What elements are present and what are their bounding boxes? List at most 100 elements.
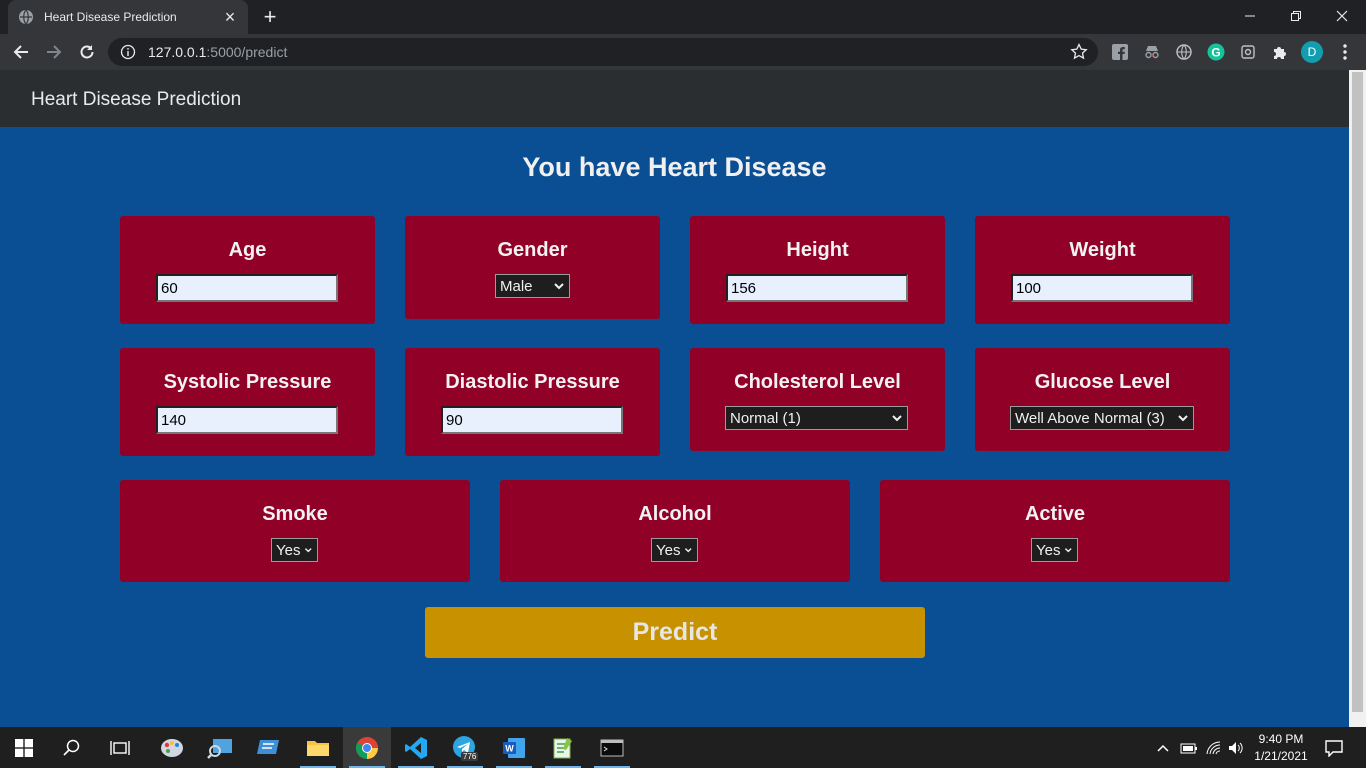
weight-label: Weight (1069, 239, 1136, 261)
predict-button[interactable]: Predict (425, 607, 925, 658)
info-icon[interactable] (120, 44, 136, 60)
terminal-icon (600, 739, 624, 756)
close-window-icon (1336, 10, 1348, 22)
url-text: 127.0.0.1:5000/predict (148, 44, 287, 60)
url-host: 127.0.0.1 (148, 44, 207, 60)
taskbar-search-button[interactable] (48, 727, 96, 768)
browser-tab-strip: Heart Disease Prediction × + (0, 0, 1366, 34)
systolic-card: Systolic Pressure (120, 348, 375, 456)
screenshot-extension-icon[interactable] (1239, 43, 1257, 61)
clock-date: 1/21/2021 (1254, 749, 1308, 763)
forward-arrow-icon (47, 45, 62, 59)
chevron-up-icon (1157, 744, 1169, 752)
taskbar-file-explorer[interactable] (294, 727, 342, 768)
volume-indicator[interactable] (1228, 727, 1246, 768)
taskbar-clock[interactable]: 9:40 PM 1/21/2021 (1249, 731, 1313, 765)
close-window-button[interactable] (1319, 0, 1365, 32)
start-button[interactable] (0, 727, 48, 768)
taskbar-chrome[interactable] (343, 727, 391, 768)
site-navbar: Heart Disease Prediction (0, 70, 1349, 127)
globe-extension-icon[interactable] (1175, 43, 1193, 61)
url-path: :5000/predict (206, 44, 288, 60)
facebook-extension-icon[interactable] (1111, 43, 1129, 61)
weight-card: Weight (975, 216, 1230, 324)
incognito-extension-icon[interactable] (1143, 43, 1161, 61)
taskbar-telegram[interactable]: 776 (441, 727, 489, 768)
windows-logo-icon (15, 738, 33, 757)
gender-select[interactable]: Male (495, 274, 570, 298)
active-card: Active Yes (880, 480, 1230, 582)
navbar-brand[interactable]: Heart Disease Prediction (31, 89, 241, 111)
systolic-input[interactable] (156, 406, 338, 434)
network-indicator[interactable] (1205, 727, 1223, 768)
chevron-down-icon (892, 415, 902, 422)
scrollbar-thumb[interactable] (1352, 72, 1363, 712)
reload-button[interactable] (75, 40, 99, 64)
task-view-button[interactable] (96, 727, 144, 768)
gender-value: Male (500, 277, 533, 295)
search-icon (63, 739, 80, 756)
chevron-down-icon (685, 548, 693, 553)
cholesterol-select[interactable]: Normal (1) (725, 406, 908, 430)
reload-icon (80, 45, 94, 59)
taskbar-vscode[interactable] (392, 727, 440, 768)
address-bar[interactable]: 127.0.0.1:5000/predict (108, 38, 1098, 66)
alcohol-value: Yes (656, 541, 681, 559)
smoke-card: Smoke Yes (120, 480, 470, 582)
taskbar-magnifier-app[interactable] (196, 727, 244, 768)
remote-desktop-icon (257, 739, 279, 754)
taskbar-remote-app[interactable] (244, 727, 292, 768)
age-input[interactable] (156, 274, 338, 302)
active-select[interactable]: Yes (1031, 538, 1078, 562)
word-icon: W (503, 737, 525, 758)
taskbar-notepad-plus[interactable] (539, 727, 587, 768)
close-tab-icon[interactable]: × (222, 8, 238, 26)
height-input[interactable] (726, 274, 908, 302)
forward-button[interactable] (42, 40, 66, 64)
alcohol-card: Alcohol Yes (500, 480, 850, 582)
alcohol-label: Alcohol (638, 503, 712, 525)
height-label: Height (786, 239, 849, 261)
folder-icon (307, 740, 329, 756)
minimize-button[interactable] (1227, 0, 1273, 32)
more-menu-icon[interactable] (1336, 43, 1354, 61)
prediction-result-heading: You have Heart Disease (522, 152, 827, 182)
gender-label: Gender (497, 239, 568, 261)
cholesterol-value: Normal (1) (730, 409, 801, 427)
speaker-icon (1229, 741, 1243, 754)
diastolic-card: Diastolic Pressure (405, 348, 660, 456)
taskbar-terminal[interactable] (588, 727, 636, 768)
browser-tab[interactable]: Heart Disease Prediction × (8, 0, 248, 34)
taskbar-word[interactable]: W (490, 727, 538, 768)
telegram-badge: 776 (461, 752, 479, 761)
svg-text:G: G (1211, 46, 1220, 60)
taskbar-paint-app[interactable] (148, 727, 196, 768)
alcohol-select[interactable]: Yes (651, 538, 698, 562)
action-center-button[interactable] (1324, 727, 1344, 768)
glucose-card: Glucose Level Well Above Normal (3) (975, 348, 1230, 451)
windows-taskbar: 776 W 9:40 PM 1/21/2021 (0, 727, 1366, 768)
diastolic-input[interactable] (441, 406, 623, 434)
active-label: Active (1024, 503, 1086, 525)
smoke-select[interactable]: Yes (271, 538, 318, 562)
page-scrollbar[interactable] (1349, 70, 1366, 727)
new-tab-button[interactable]: + (258, 5, 282, 29)
show-hidden-icons[interactable] (1156, 727, 1170, 768)
restore-button[interactable] (1273, 0, 1319, 32)
wifi-icon (1206, 740, 1221, 754)
age-label: Age (228, 239, 267, 261)
chevron-down-icon (1065, 548, 1073, 553)
height-card: Height (690, 216, 945, 324)
battery-indicator[interactable] (1180, 727, 1198, 768)
active-value: Yes (1036, 541, 1061, 559)
weight-input[interactable] (1011, 274, 1193, 302)
back-button[interactable] (9, 40, 33, 64)
puzzle-extensions-icon[interactable] (1271, 43, 1289, 61)
glucose-select[interactable]: Well Above Normal (3) (1010, 406, 1194, 430)
bookmark-star-icon[interactable] (1070, 43, 1088, 61)
diastolic-label: Diastolic Pressure (445, 371, 620, 393)
grammarly-extension-icon[interactable]: G (1207, 43, 1225, 61)
browser-toolbar: 127.0.0.1:5000/predict G D (0, 34, 1366, 70)
profile-avatar[interactable]: D (1301, 41, 1323, 63)
restore-icon (1291, 11, 1301, 21)
